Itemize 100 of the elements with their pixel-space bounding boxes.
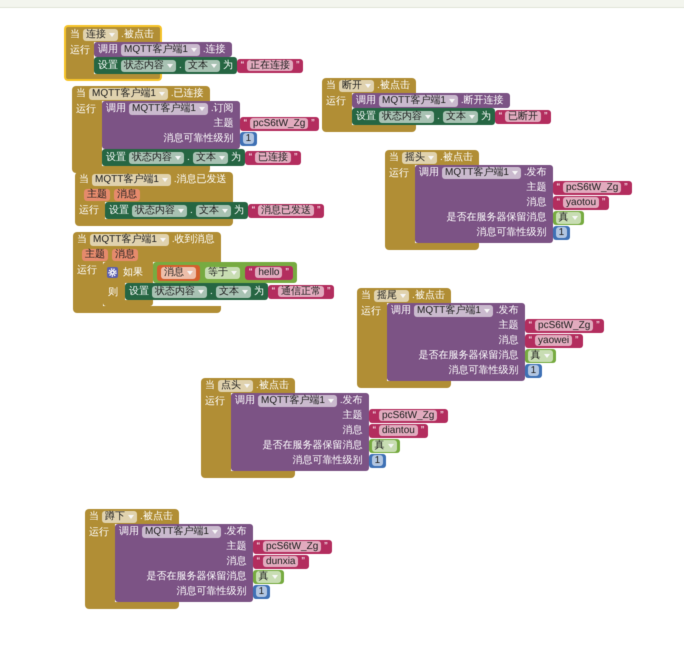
caret-icon [400,294,406,298]
number-field[interactable]: 1 [372,455,384,466]
dropdown-field[interactable]: 真 [256,570,281,582]
caret-icon [212,530,218,534]
caret-icon [187,270,193,274]
dropdown-field[interactable]: 断开 [339,80,374,92]
text-field[interactable]: yaotou [563,197,600,208]
quote-mark: “ [528,320,532,330]
dropdown-field[interactable]: 状态内容 [121,60,176,72]
caret-icon [425,114,431,118]
block-label: 当 [326,79,336,92]
block-label: 为 [254,285,264,298]
block-label: 消息 [226,555,247,568]
dropdown-field[interactable]: MQTT客户端1 [142,526,221,538]
number-field[interactable]: 1 [256,586,268,597]
text-field[interactable]: diantou [379,425,418,436]
dropdown-field[interactable]: MQTT客户端1 [442,166,521,178]
dropdown-field[interactable]: 蹲下 [102,510,137,522]
dropdown-field[interactable]: MQTT客户端1 [89,88,168,100]
block-label: 设置 [106,151,126,164]
dropdown-field[interactable]: 文本 [216,286,251,298]
dropdown-field[interactable]: 摇尾 [374,290,409,302]
block-label: 运行 [361,306,381,317]
parameter-chip[interactable]: 消息 [112,248,138,260]
dropdown-field[interactable]: 消息 [161,266,196,278]
block-label: 为 [230,151,241,164]
quote-mark: “ [528,336,532,346]
quote-mark: ” [602,198,606,208]
block-label: 消息 [342,424,363,437]
block-label: .发布 [340,394,363,407]
dropdown-field[interactable]: 状态内容 [379,110,434,122]
dropdown-field[interactable]: MQTT客户端1 [258,394,337,406]
text-field[interactable]: pcS6tW_Zg [535,320,594,331]
quote-mark: “ [272,286,276,296]
dropdown-field[interactable]: 真 [528,350,553,362]
dropdown-field[interactable]: 文本 [442,110,478,122]
block-label: . [437,110,440,123]
dropdown-field[interactable]: 摇头 [402,152,437,164]
parameter-chip[interactable]: 主题 [82,248,108,260]
text-field[interactable]: pcS6tW_Zg [250,118,308,129]
dropdown-field[interactable]: MQTT客户端1 [121,44,200,56]
dropdown-field[interactable]: MQTT客户端1 [414,304,493,316]
text-field[interactable]: 已断开 [505,111,542,122]
dropdown-field[interactable]: 真 [372,440,397,452]
parameter-chip[interactable]: 主题 [84,188,110,200]
dropdown-field[interactable]: MQTT客户端1 [90,234,169,246]
block-label: 运行 [389,168,409,179]
block-label: 调用 [119,525,139,538]
caret-icon [231,270,237,274]
dropdown-field[interactable]: 状态内容 [129,152,184,164]
block-label: 设置 [356,110,376,123]
text-field[interactable]: 消息已发送 [258,205,314,216]
block-label: 是否在服务器保留消息 [262,439,363,452]
caret-icon [242,290,248,294]
text-field[interactable]: pcS6tW_Zg [263,541,322,552]
number-field[interactable]: 1 [242,133,254,144]
dropdown-field[interactable]: MQTT客户端1 [92,174,171,186]
caret-icon [272,574,278,578]
block-label: 消息 [498,334,519,347]
dropdown-field[interactable]: MQTT客户端1 [129,102,208,114]
caret-icon [218,156,225,160]
block-label: 当 [361,289,371,302]
dropdown-field[interactable]: 点头 [218,380,253,392]
caret-icon [198,106,205,110]
gear-icon[interactable] [107,267,118,278]
block-label: 则 [108,287,118,298]
text-field[interactable]: 已连接 [255,152,292,163]
quote-mark: ” [296,60,300,70]
caret-icon [388,444,394,448]
caret-icon [175,156,181,160]
block-label: 如果 [123,266,143,279]
dropdown-field[interactable]: 状态内容 [152,286,207,298]
dropdown-field[interactable]: MQTT客户端1 [379,94,458,106]
parameter-chip[interactable]: 消息 [114,188,140,200]
dropdown-field[interactable]: 真 [556,212,581,224]
text-field[interactable]: 正在连接 [247,60,294,71]
quote-mark: “ [556,182,560,192]
dropdown-field[interactable]: 文本 [196,204,231,216]
dropdown-field[interactable]: 文本 [192,152,228,164]
text-field[interactable]: pcS6tW_Zg [563,182,622,193]
block-label: 消息可靠性级别 [448,364,519,377]
number-field[interactable]: 1 [528,365,540,376]
block-label: 主题 [342,409,363,422]
number-field[interactable]: 1 [556,227,568,238]
quote-mark: “ [252,206,256,216]
caret-icon [109,32,115,36]
text-field[interactable]: 通信正常 [278,286,324,297]
block-label: . [190,204,193,217]
block-label: 调用 [391,304,411,317]
text-field[interactable]: hello [255,267,282,278]
block-label: 当 [89,510,99,523]
dropdown-field[interactable]: 等于 [205,266,240,278]
text-field[interactable]: pcS6tW_Zg [379,410,438,421]
block-label: .被点击 [440,151,473,164]
dropdown-field[interactable]: 连接 [83,28,118,40]
text-field[interactable]: yaowei [535,335,572,346]
text-field[interactable]: dunxia [263,556,298,567]
dropdown-field[interactable]: 状态内容 [132,204,187,216]
block-label: 当 [77,233,87,246]
dropdown-field[interactable]: 文本 [184,60,220,72]
